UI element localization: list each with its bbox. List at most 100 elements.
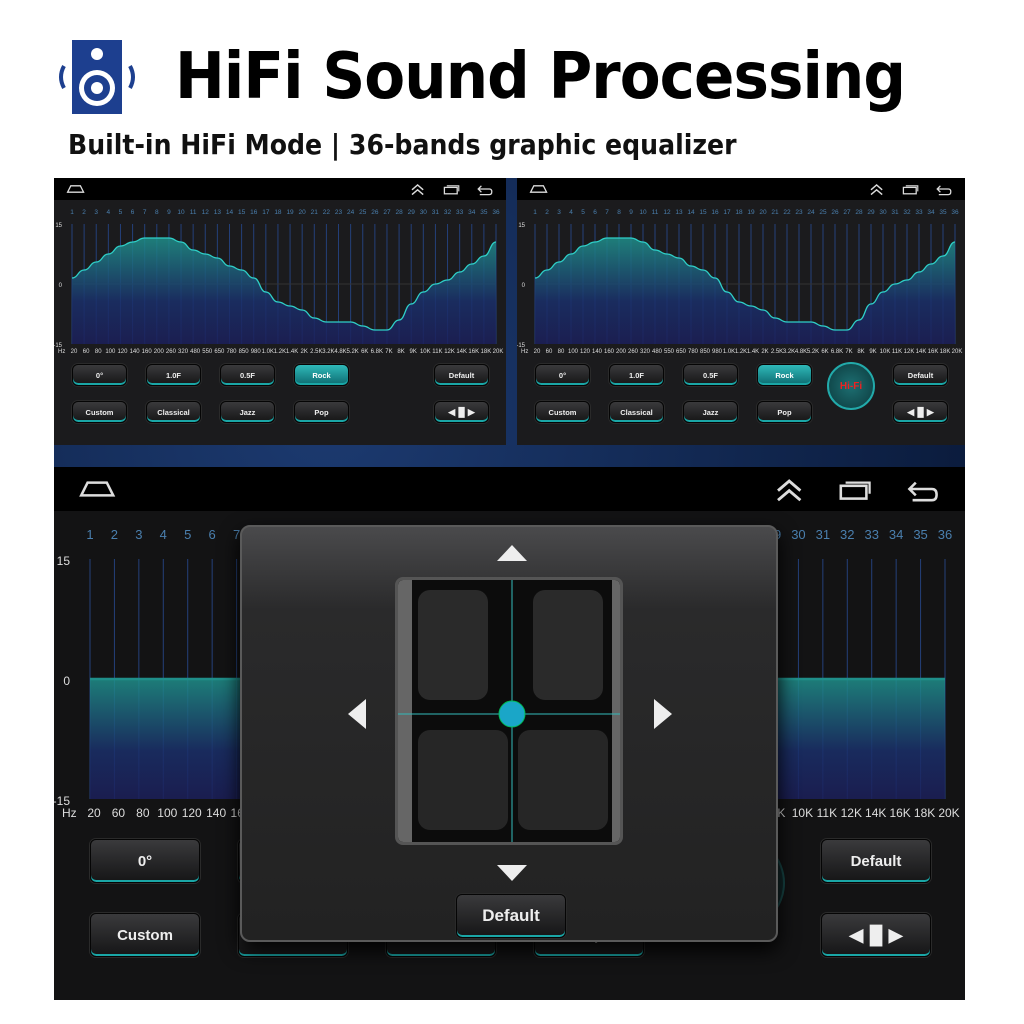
band-number: 17 xyxy=(723,209,731,216)
band-number: 5 xyxy=(184,527,191,542)
band-number: 26 xyxy=(371,209,379,216)
band-number: 23 xyxy=(335,209,343,216)
freq-label: 20 xyxy=(87,806,101,820)
arrow-down-icon[interactable] xyxy=(495,863,529,883)
classical-button[interactable]: Classical xyxy=(146,401,201,423)
freq-label: 16K xyxy=(928,349,939,355)
freq-label: 8K xyxy=(857,349,864,355)
custom-button[interactable]: Custom xyxy=(72,401,127,423)
band-number: 1 xyxy=(86,527,93,542)
band-number: 23 xyxy=(795,209,803,216)
angle-button[interactable]: 0° xyxy=(72,364,127,386)
f10-button[interactable]: 1.0F xyxy=(609,364,664,386)
rock-button[interactable]: Rock xyxy=(294,364,349,386)
band-number: 35 xyxy=(913,527,927,542)
freq-label: 3.2K xyxy=(322,349,334,355)
angle-button[interactable]: 0° xyxy=(535,364,590,386)
speaker-balance-button[interactable]: ◀▐▌▶ xyxy=(821,913,931,957)
band-number: 36 xyxy=(951,209,959,216)
freq-label: 16K xyxy=(889,806,910,820)
freq-label: 12K xyxy=(904,349,915,355)
freq-label: 160 xyxy=(142,349,153,355)
freq-label: 80 xyxy=(95,349,102,355)
freq-label: 650 xyxy=(214,349,225,355)
jazz-button[interactable]: Jazz xyxy=(220,401,275,423)
arrow-right-icon[interactable] xyxy=(652,697,674,731)
freq-unit: Hz xyxy=(62,806,77,820)
band-number: 26 xyxy=(831,209,839,216)
band-number: 18 xyxy=(274,209,282,216)
freq-label: 10K xyxy=(792,806,813,820)
pop-button[interactable]: Pop xyxy=(757,401,812,423)
car-seat-image[interactable] xyxy=(395,577,623,845)
band-number: 36 xyxy=(938,527,952,542)
f10-button[interactable]: 1.0F xyxy=(146,364,201,386)
band-number: 8 xyxy=(617,209,621,216)
rock-button[interactable]: Rock xyxy=(757,364,812,386)
y-tick: 15 xyxy=(57,554,71,568)
eq-area xyxy=(535,238,955,344)
f05-button[interactable]: 0.5F xyxy=(220,364,275,386)
freq-label: 11K xyxy=(817,806,837,820)
band-number: 31 xyxy=(891,209,899,216)
freq-label: 480 xyxy=(190,349,201,355)
freq-label: 100 xyxy=(568,349,579,355)
eq-panel-rock: 1 20 2 60 3 80 4 100 5 120 6 140 7 160 8 200 9 260 10 320 11… xyxy=(54,178,506,445)
freq-label: 320 xyxy=(640,349,651,355)
freq-label: 120 xyxy=(117,349,128,355)
default-button[interactable]: Default xyxy=(893,364,948,386)
balance-dialog: Default xyxy=(240,525,778,942)
custom-button[interactable]: Custom xyxy=(535,401,590,423)
dialog-default-button[interactable]: Default xyxy=(456,894,566,938)
y-tick: 0 xyxy=(63,674,70,688)
freq-label: 120 xyxy=(580,349,591,355)
freq-label: 60 xyxy=(112,806,126,820)
balance-point-handle xyxy=(498,700,526,728)
band-number: 12 xyxy=(663,209,671,216)
freq-label: 550 xyxy=(202,349,213,355)
band-number: 30 xyxy=(879,209,887,216)
pop-button[interactable]: Pop xyxy=(294,401,349,423)
band-number: 12 xyxy=(202,209,210,216)
band-number: 16 xyxy=(250,209,258,216)
band-number: 31 xyxy=(432,209,440,216)
arrow-left-icon[interactable] xyxy=(346,697,368,731)
freq-label: 12K xyxy=(444,349,455,355)
band-number: 1 xyxy=(533,209,537,216)
freq-label: 650 xyxy=(676,349,687,355)
freq-label: 200 xyxy=(154,349,165,355)
freq-label: 7K xyxy=(385,349,392,355)
band-number: 27 xyxy=(383,209,391,216)
f05-button[interactable]: 0.5F xyxy=(683,364,738,386)
speaker-balance-icon: ◀▐▌▶ xyxy=(907,406,934,417)
freq-label: 1.2K xyxy=(274,349,286,355)
y-tick: -15 xyxy=(517,343,526,349)
band-number: 9 xyxy=(629,209,633,216)
band-number: 8 xyxy=(155,209,159,216)
band-number: 18 xyxy=(735,209,743,216)
freq-label: 18K xyxy=(481,349,492,355)
freq-label: 850 xyxy=(700,349,711,355)
arrow-up-icon[interactable] xyxy=(495,543,529,563)
eq-area xyxy=(72,238,496,344)
band-number: 11 xyxy=(190,209,197,216)
band-number: 22 xyxy=(783,209,791,216)
freq-label: 60 xyxy=(546,349,553,355)
jazz-button[interactable]: Jazz xyxy=(683,401,738,423)
hifi-button[interactable]: Hi-Fi xyxy=(827,362,875,410)
default-button[interactable]: Default xyxy=(434,364,489,386)
custom-button[interactable]: Custom xyxy=(90,913,200,957)
band-number: 34 xyxy=(468,209,476,216)
speaker-balance-button[interactable]: ◀▐▌▶ xyxy=(893,401,948,423)
band-number: 4 xyxy=(569,209,573,216)
freq-label: 14K xyxy=(456,349,467,355)
band-number: 22 xyxy=(323,209,331,216)
y-tick: -15 xyxy=(54,343,63,349)
classical-button[interactable]: Classical xyxy=(609,401,664,423)
band-number: 34 xyxy=(927,209,935,216)
band-number: 34 xyxy=(889,527,903,542)
speaker-balance-button[interactable]: ◀▐▌▶ xyxy=(434,401,489,423)
default-button[interactable]: Default xyxy=(821,839,931,883)
angle-button[interactable]: 0° xyxy=(90,839,200,883)
freq-label: 20 xyxy=(534,349,541,355)
